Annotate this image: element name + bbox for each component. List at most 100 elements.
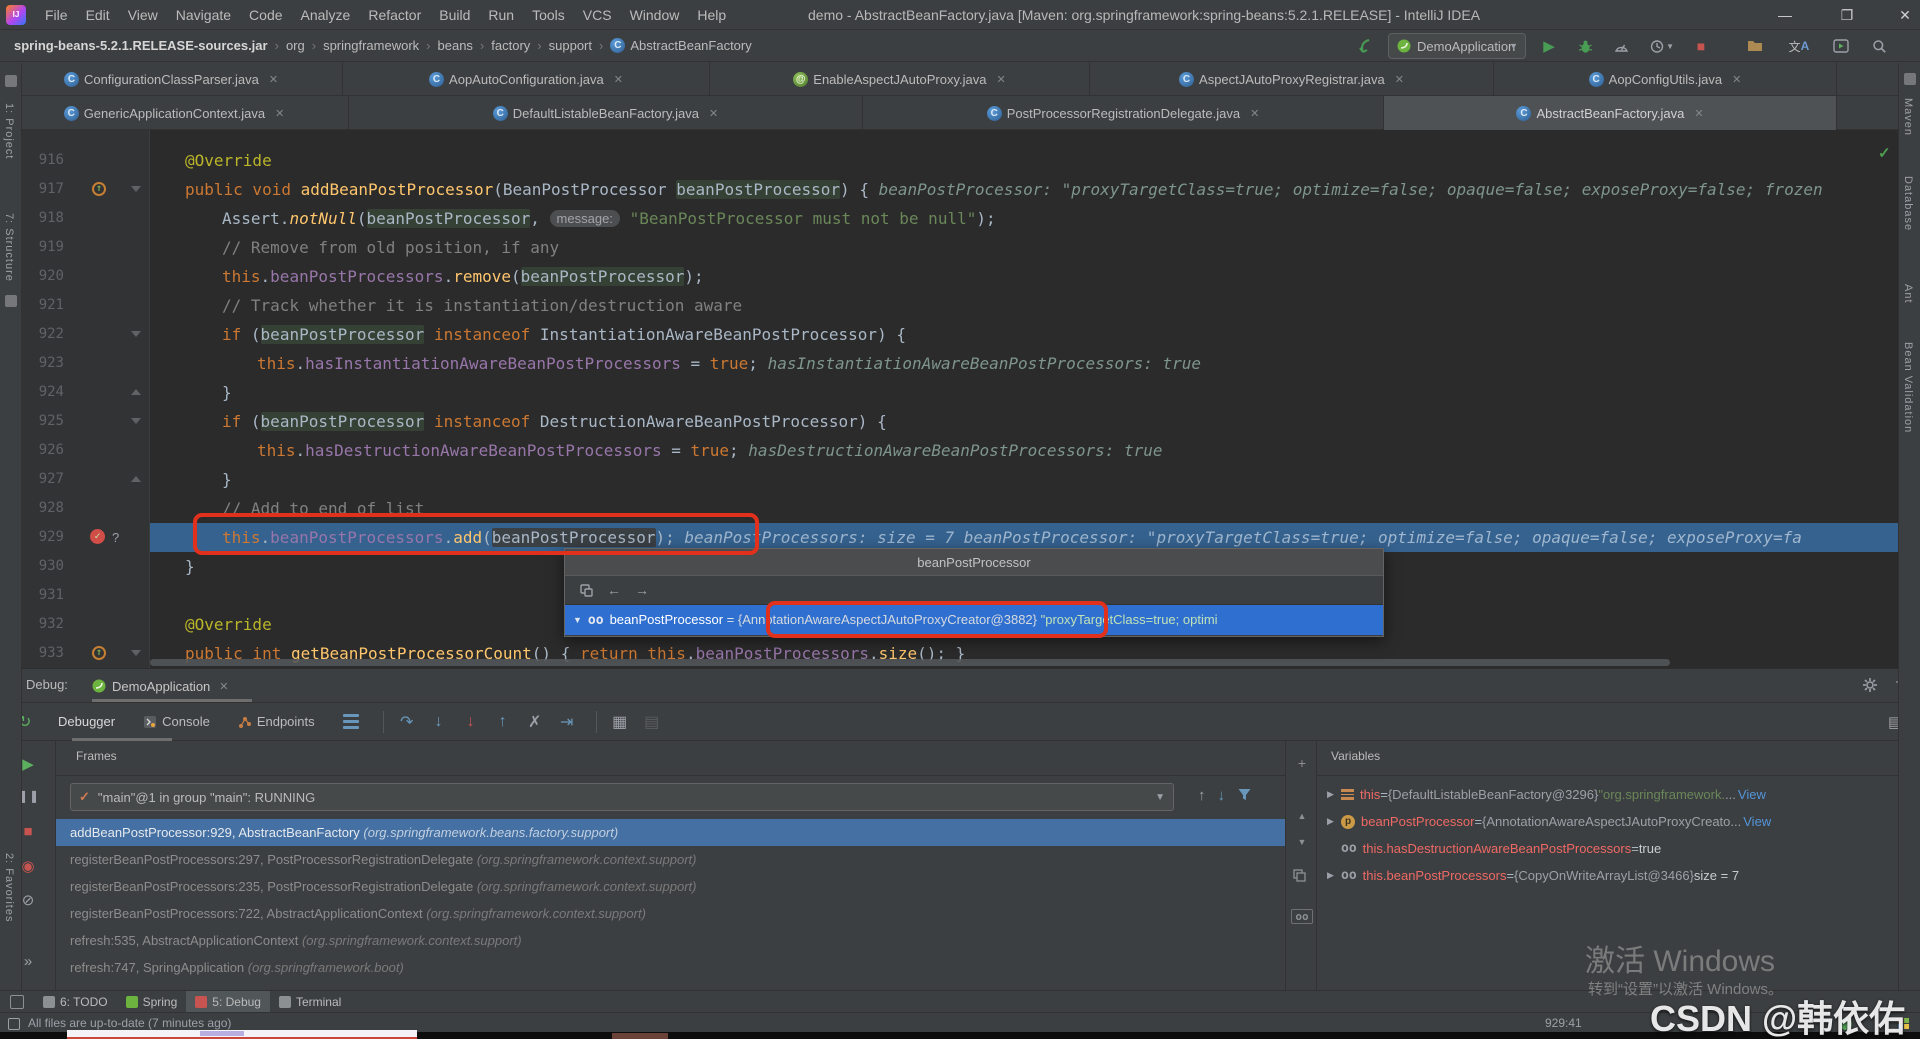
stop-button[interactable]: ■: [1688, 33, 1714, 59]
editor-tab[interactable]: C AbstractBeanFactory.java ✕: [1384, 96, 1837, 130]
stripe-item-bean-validation[interactable]: Bean Validation: [1902, 342, 1914, 433]
menu-build[interactable]: Build: [430, 0, 479, 30]
add-watch-icon[interactable]: +: [1293, 755, 1311, 771]
layout-settings-icon[interactable]: ▤: [639, 712, 665, 732]
build-arrow-icon[interactable]: [1352, 33, 1378, 59]
debug-button[interactable]: [1572, 33, 1598, 59]
scroll-up-icon[interactable]: ▲: [1293, 811, 1311, 821]
stripe-item-database[interactable]: Database: [1902, 176, 1914, 231]
run-with-coverage-button[interactable]: ▼: [1644, 33, 1674, 59]
close-icon[interactable]: ✕: [709, 107, 718, 120]
profiler-button[interactable]: [1608, 33, 1634, 59]
taskbar-item[interactable]: [612, 1033, 668, 1039]
gutter-cell[interactable]: 917 ↑: [0, 175, 150, 204]
structure-icon[interactable]: [5, 295, 17, 307]
threads-view-icon[interactable]: [342, 714, 359, 729]
gutter-cell[interactable]: 927: [0, 465, 150, 494]
toolwindow-terminal[interactable]: Terminal: [270, 991, 350, 1013]
code-line[interactable]: 917 ↑ public void addBeanPostProcessor(Bea…: [0, 175, 1920, 204]
code-line[interactable]: 918 Assert.notNull(beanPostProcessor, mes…: [0, 204, 1920, 233]
thread-selector[interactable]: ✓ "main"@1 in group "main": RUNNING ▼: [70, 783, 1174, 811]
frame-row[interactable]: registerBeanPostProcessors:297, PostProc…: [56, 846, 1285, 873]
stripe-item-ant[interactable]: Ant: [1902, 284, 1914, 304]
forward-icon[interactable]: →: [635, 582, 649, 598]
gutter-cell[interactable]: 930: [0, 552, 150, 581]
gutter-cell[interactable]: 926: [0, 436, 150, 465]
menu-help[interactable]: Help: [688, 0, 735, 30]
close-icon[interactable]: ✕: [996, 73, 1005, 86]
close-icon[interactable]: ✕: [1694, 107, 1703, 120]
menu-code[interactable]: Code: [240, 0, 291, 30]
step-into-icon[interactable]: ↓: [426, 713, 452, 731]
gutter-cell[interactable]: 924: [0, 378, 150, 407]
tool-windows-icon[interactable]: [10, 994, 24, 1009]
fold-marker-icon[interactable]: [131, 650, 141, 656]
menu-navigate[interactable]: Navigate: [167, 0, 240, 30]
translate-icon[interactable]: 文A: [1786, 33, 1812, 59]
editor-tab[interactable]: C AopAutoConfiguration.java ✕: [343, 62, 710, 96]
editor-tab[interactable]: C DefaultListableBeanFactory.java ✕: [349, 96, 863, 130]
close-icon[interactable]: ✕: [219, 680, 228, 693]
evaluate-expression-icon[interactable]: ▦: [607, 712, 633, 732]
stripe-item-7-structure[interactable]: 7: Structure: [3, 213, 15, 282]
fold-marker-icon[interactable]: [131, 418, 141, 424]
prev-frame-icon[interactable]: ↑: [1198, 787, 1206, 804]
toolwindow-todo[interactable]: 6: TODO: [34, 991, 117, 1013]
gutter-cell[interactable]: 916: [0, 146, 150, 175]
breadcrumb-item[interactable]: org: [286, 38, 305, 53]
override-marker-icon[interactable]: ↑: [92, 646, 106, 660]
fold-marker-icon[interactable]: [131, 476, 141, 482]
fold-marker-icon[interactable]: [131, 389, 141, 395]
tab-console[interactable]: Console: [143, 714, 210, 729]
fold-marker-icon[interactable]: [131, 186, 141, 192]
code-line[interactable]: 916 @Override: [0, 146, 1920, 175]
gutter-cell[interactable]: 919: [0, 233, 150, 262]
menu-analyze[interactable]: Analyze: [292, 0, 360, 30]
frame-row[interactable]: refresh:535, AbstractApplicationContext …: [56, 927, 1285, 954]
breadcrumb[interactable]: spring-beans-5.2.1.RELEASE-sources.jar › o…: [14, 38, 752, 53]
debug-session-tab[interactable]: DemoApplication ✕: [92, 673, 229, 699]
run-to-cursor-icon[interactable]: ⇥: [554, 712, 580, 732]
gutter-cell[interactable]: 923: [0, 349, 150, 378]
code-line[interactable]: 919 // Remove from old position, if any: [0, 233, 1920, 262]
search-everywhere-icon[interactable]: [1866, 33, 1892, 59]
settings-gear-icon[interactable]: [1862, 677, 1878, 693]
force-step-into-icon[interactable]: ↓: [458, 713, 484, 731]
horizontal-scrollbar[interactable]: [150, 659, 1670, 666]
editor-tab[interactable]: @ EnableAspectJAutoProxy.java ✕: [710, 62, 1090, 96]
editor-tab[interactable]: C AopConfigUtils.java ✕: [1494, 62, 1837, 96]
editor-tab[interactable]: C PostProcessorRegistrationDelegate.java ✕: [863, 96, 1384, 130]
inspections-ok-icon[interactable]: ✓: [1878, 144, 1891, 162]
breakpoint-icon[interactable]: ✓: [90, 529, 105, 544]
code-line[interactable]: 920 this.beanPostProcessors.remove(beanPo…: [0, 262, 1920, 291]
code-line[interactable]: 926 this.hasDestructionAwareBeanPostProce…: [0, 436, 1920, 465]
toolwindow-spring[interactable]: Spring: [117, 991, 187, 1013]
menu-vcs[interactable]: VCS: [574, 0, 621, 30]
expand-arrow-icon[interactable]: ▶: [1327, 862, 1341, 889]
menu-refactor[interactable]: Refactor: [359, 0, 430, 30]
stripe-item-maven[interactable]: Maven: [1902, 98, 1914, 136]
variable-row[interactable]: ▶ oo this.beanPostProcessors = {CopyOnWrit…: [1317, 862, 1920, 889]
expand-arrow-icon[interactable]: ▼: [573, 615, 582, 625]
gutter-cell[interactable]: 932: [0, 610, 150, 639]
code-line[interactable]: 924}: [0, 378, 1920, 407]
gutter-cell[interactable]: 920: [0, 262, 150, 291]
close-button[interactable]: ✕: [1888, 0, 1920, 30]
copy-icon[interactable]: [1293, 869, 1311, 882]
menu-file[interactable]: File: [36, 0, 77, 30]
gutter-cell[interactable]: 929 ✓?: [0, 523, 150, 552]
run-anything-icon[interactable]: [1828, 33, 1854, 59]
filter-icon[interactable]: [1237, 787, 1252, 804]
editor-tab[interactable]: C GenericApplicationContext.java ✕: [0, 96, 349, 130]
close-icon[interactable]: ✕: [269, 73, 278, 86]
run-button[interactable]: ▶: [1536, 33, 1562, 59]
frame-row[interactable]: registerBeanPostProcessors:235, PostProc…: [56, 873, 1285, 900]
gutter-cell[interactable]: 918: [0, 204, 150, 233]
menu-tools[interactable]: Tools: [523, 0, 574, 30]
close-icon[interactable]: ✕: [275, 107, 284, 120]
expand-arrow-icon[interactable]: ▶: [1327, 781, 1341, 808]
gutter-cell[interactable]: 933 ↑: [0, 639, 150, 668]
maximize-button[interactable]: ❐: [1830, 0, 1864, 30]
fold-marker-icon[interactable]: [131, 331, 141, 337]
view-link[interactable]: View: [1738, 781, 1766, 808]
